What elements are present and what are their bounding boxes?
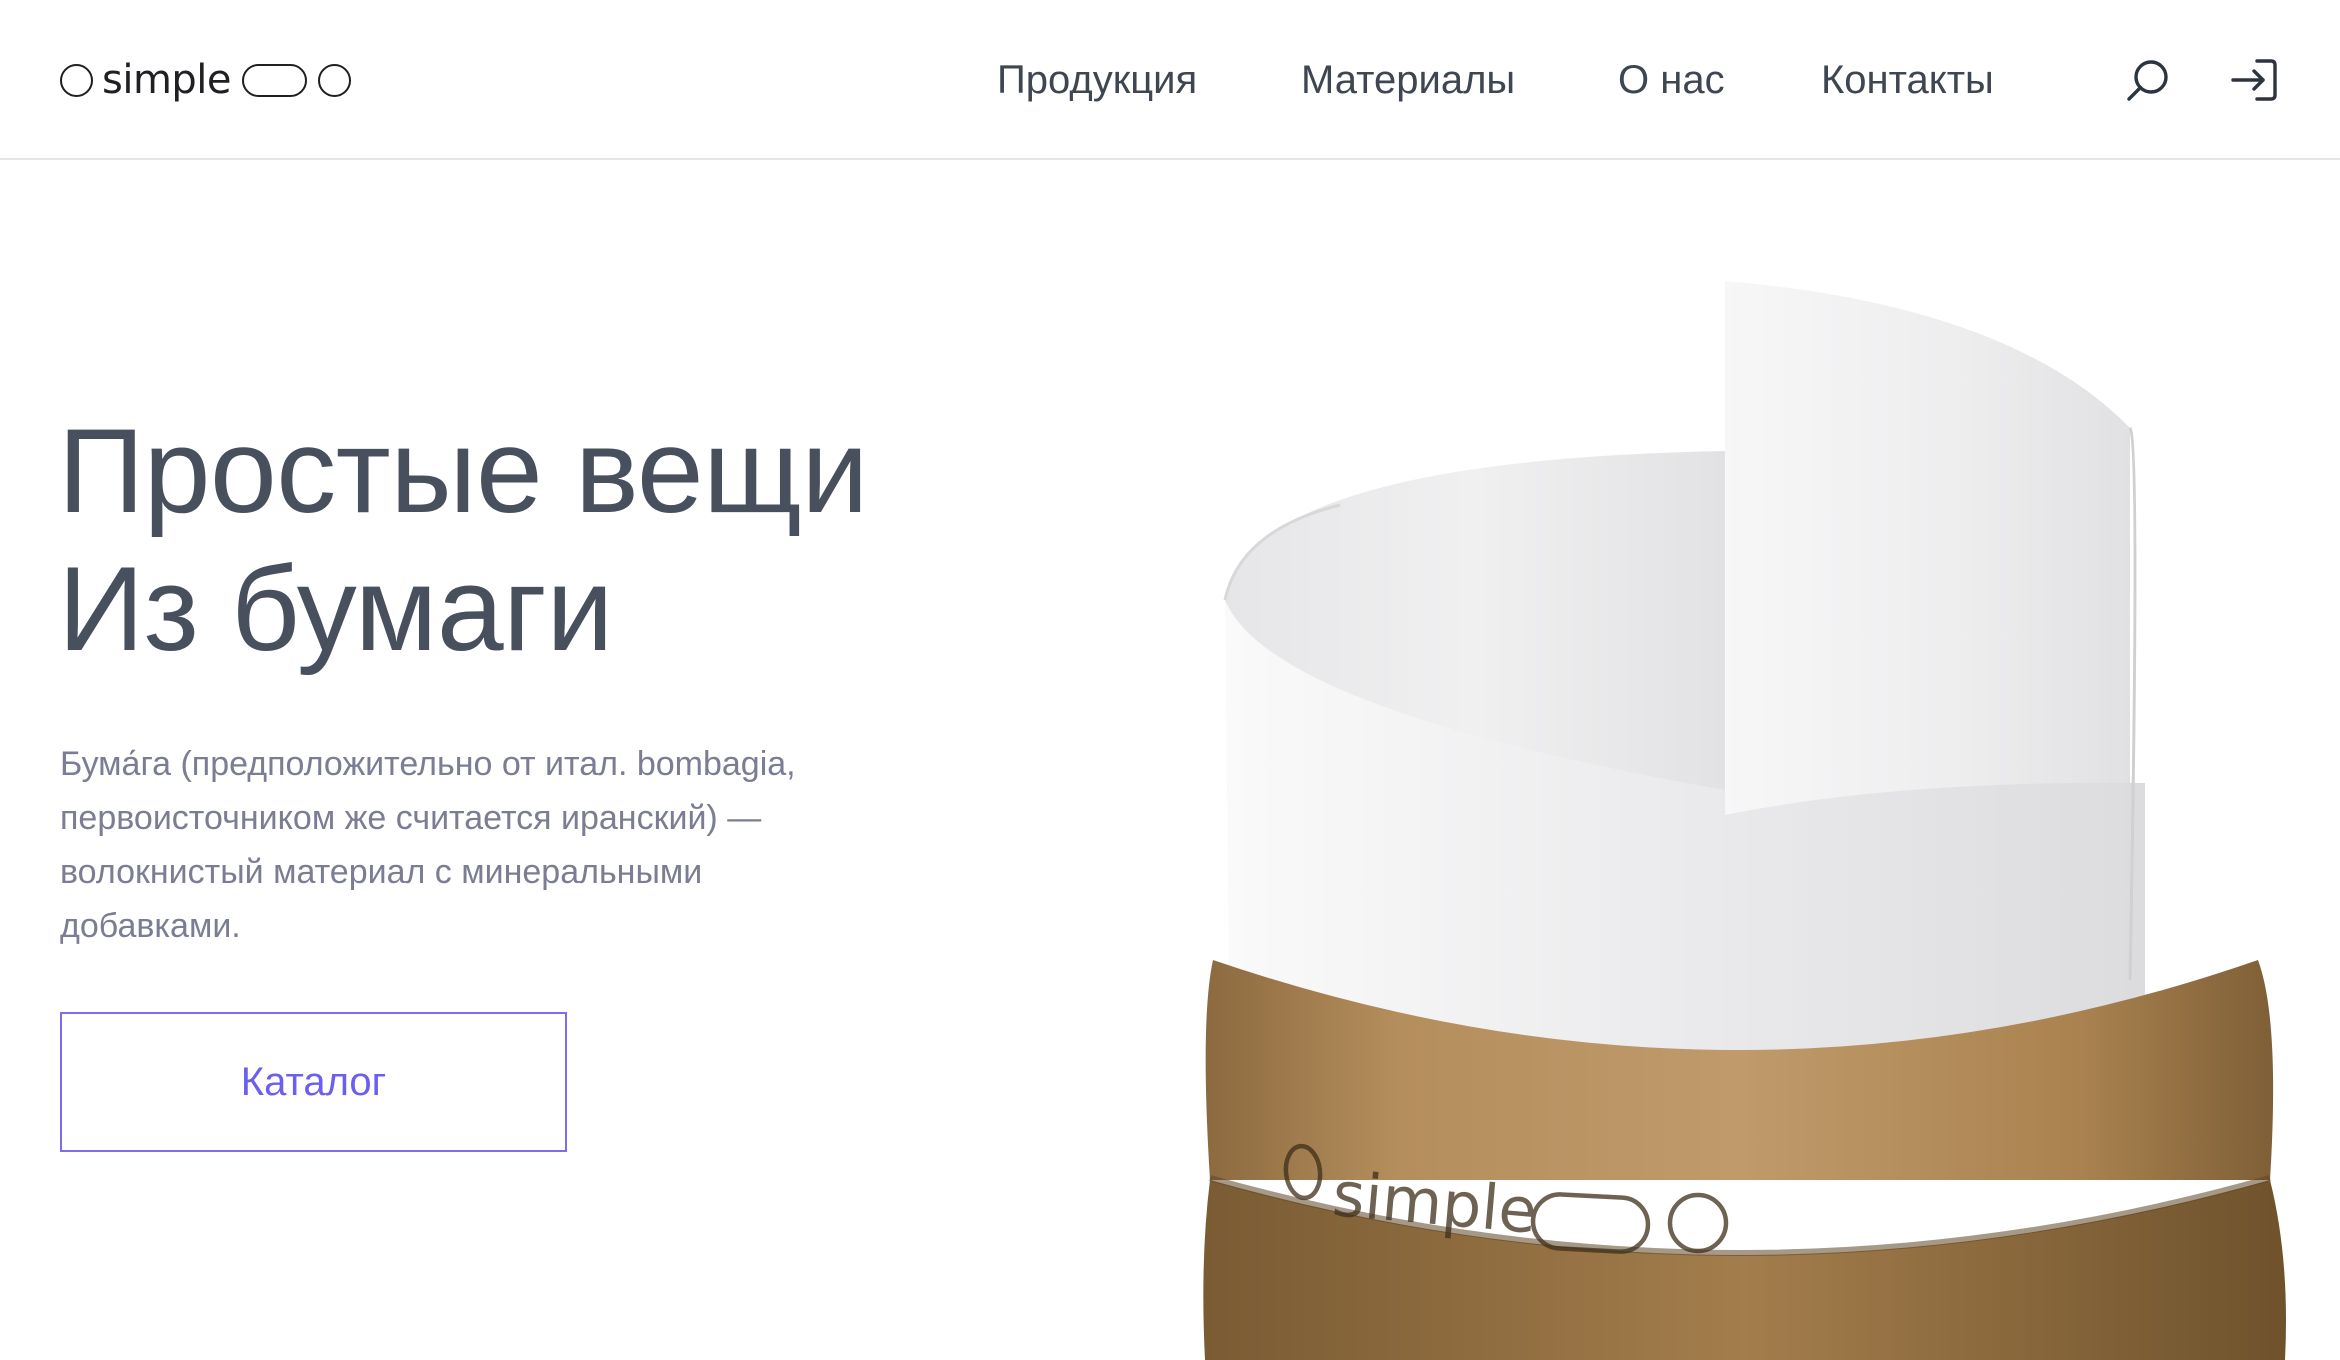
logo-circle-icon	[60, 63, 93, 97]
nav-item-products[interactable]: Продукция	[997, 50, 1197, 110]
nav-item-contacts[interactable]: Контакты	[1821, 50, 1994, 110]
nav-item-materials[interactable]: Материалы	[1301, 50, 1515, 110]
site-header: simple Продукция Материалы О нас Контакт…	[0, 0, 2340, 160]
search-icon	[2127, 60, 2168, 101]
hero-description: Бума́га (предположительно от итал. bomba…	[60, 745, 796, 945]
nav-item-about[interactable]: О нас	[1618, 50, 1725, 110]
logo-pill-icon	[242, 63, 308, 97]
search-button[interactable]	[2120, 52, 2176, 108]
hero-title-line2: Из бумаги	[58, 542, 613, 676]
logo[interactable]: simple	[60, 57, 352, 103]
logo-text: simple	[102, 57, 232, 103]
login-icon	[2231, 59, 2277, 101]
product-image: simple	[1180, 260, 2340, 1360]
login-button[interactable]	[2226, 52, 2282, 108]
catalog-button[interactable]: Каталог	[60, 1012, 567, 1152]
logo-circle-icon	[318, 63, 352, 97]
paper-roll-illustration: simple	[1203, 281, 2286, 1360]
hero-title-line1: Простые вещи	[58, 404, 868, 538]
hero-title: Простые вещи Из бумаги	[58, 402, 868, 678]
